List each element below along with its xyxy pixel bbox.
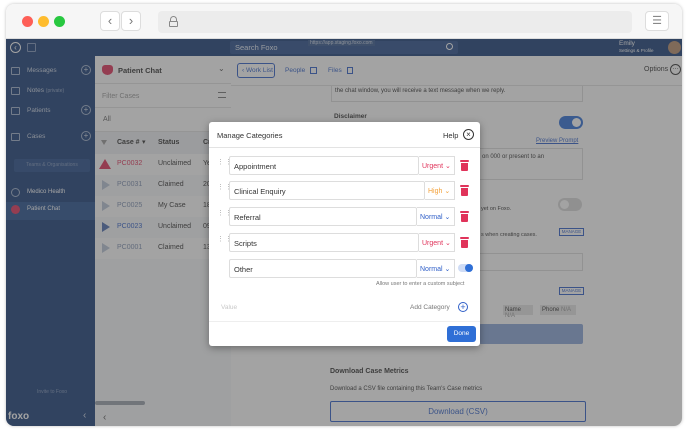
category-name-input[interactable]: Scripts bbox=[229, 233, 419, 252]
category-row: ⋮⋮ Referral Normal ⌄ bbox=[217, 207, 472, 226]
category-name-input[interactable]: Appointment bbox=[229, 156, 419, 175]
category-name-input[interactable]: Referral bbox=[229, 207, 417, 226]
drag-handle-icon[interactable]: ⋮⋮ bbox=[217, 184, 232, 195]
delete-icon[interactable] bbox=[460, 211, 469, 222]
close-icon[interactable]: × bbox=[463, 129, 474, 140]
modal-title: Manage Categories bbox=[217, 131, 283, 140]
modal-divider bbox=[209, 147, 480, 148]
priority-select[interactable]: Urgent ⌄ bbox=[419, 233, 455, 252]
add-circle-icon[interactable]: + bbox=[458, 302, 468, 312]
toggle-knob bbox=[465, 264, 473, 272]
done-button[interactable]: Done bbox=[447, 326, 476, 342]
priority-select[interactable]: Urgent ⌄ bbox=[419, 156, 455, 175]
custom-subject-toggle[interactable] bbox=[458, 264, 473, 272]
other-category-row: Other Normal ⌄ bbox=[217, 259, 473, 278]
lock-icon bbox=[169, 16, 178, 27]
help-link[interactable]: Help bbox=[443, 131, 458, 140]
category-row: ⋮⋮ Appointment Urgent ⌄ bbox=[217, 156, 472, 175]
category-row: ⋮⋮ Clinical Enquiry High ⌄ bbox=[217, 181, 472, 200]
done-label: Done bbox=[453, 330, 470, 337]
priority-select[interactable]: Normal ⌄ bbox=[417, 207, 455, 226]
address-bar[interactable] bbox=[158, 11, 632, 33]
drag-handle-icon[interactable]: ⋮⋮ bbox=[217, 210, 232, 221]
add-category-button[interactable]: Add Category bbox=[410, 304, 450, 311]
browser-toolbar: ‹ › ☰ bbox=[6, 4, 682, 39]
priority-select[interactable]: Normal ⌄ bbox=[417, 259, 455, 278]
drag-handle-icon[interactable]: ⋮⋮ bbox=[217, 159, 232, 170]
other-name-input[interactable]: Other bbox=[229, 259, 417, 278]
browser-window: ‹ › ☰ ‹ Search Foxo https://app.staging.… bbox=[6, 4, 682, 426]
delete-icon[interactable] bbox=[460, 185, 469, 196]
minimize-window-button[interactable] bbox=[38, 16, 49, 27]
delete-icon[interactable] bbox=[460, 237, 469, 248]
category-name-input[interactable]: Clinical Enquiry bbox=[229, 181, 425, 200]
browser-menu-button[interactable]: ☰ bbox=[645, 11, 669, 31]
close-window-button[interactable] bbox=[22, 16, 33, 27]
back-button[interactable]: ‹ bbox=[100, 11, 120, 31]
new-category-input[interactable]: Value bbox=[221, 304, 237, 311]
modal-footer-divider bbox=[209, 321, 480, 322]
forward-button[interactable]: › bbox=[121, 11, 141, 31]
manage-categories-modal: Manage Categories Help × ⋮⋮ Appointment … bbox=[209, 122, 480, 346]
drag-handle-icon[interactable]: ⋮⋮ bbox=[217, 236, 232, 247]
delete-icon[interactable] bbox=[460, 160, 469, 171]
other-note: Allow user to enter a custom subject bbox=[376, 281, 465, 287]
priority-select[interactable]: High ⌄ bbox=[425, 181, 455, 200]
maximize-window-button[interactable] bbox=[54, 16, 65, 27]
category-row: ⋮⋮ Scripts Urgent ⌄ bbox=[217, 233, 472, 252]
